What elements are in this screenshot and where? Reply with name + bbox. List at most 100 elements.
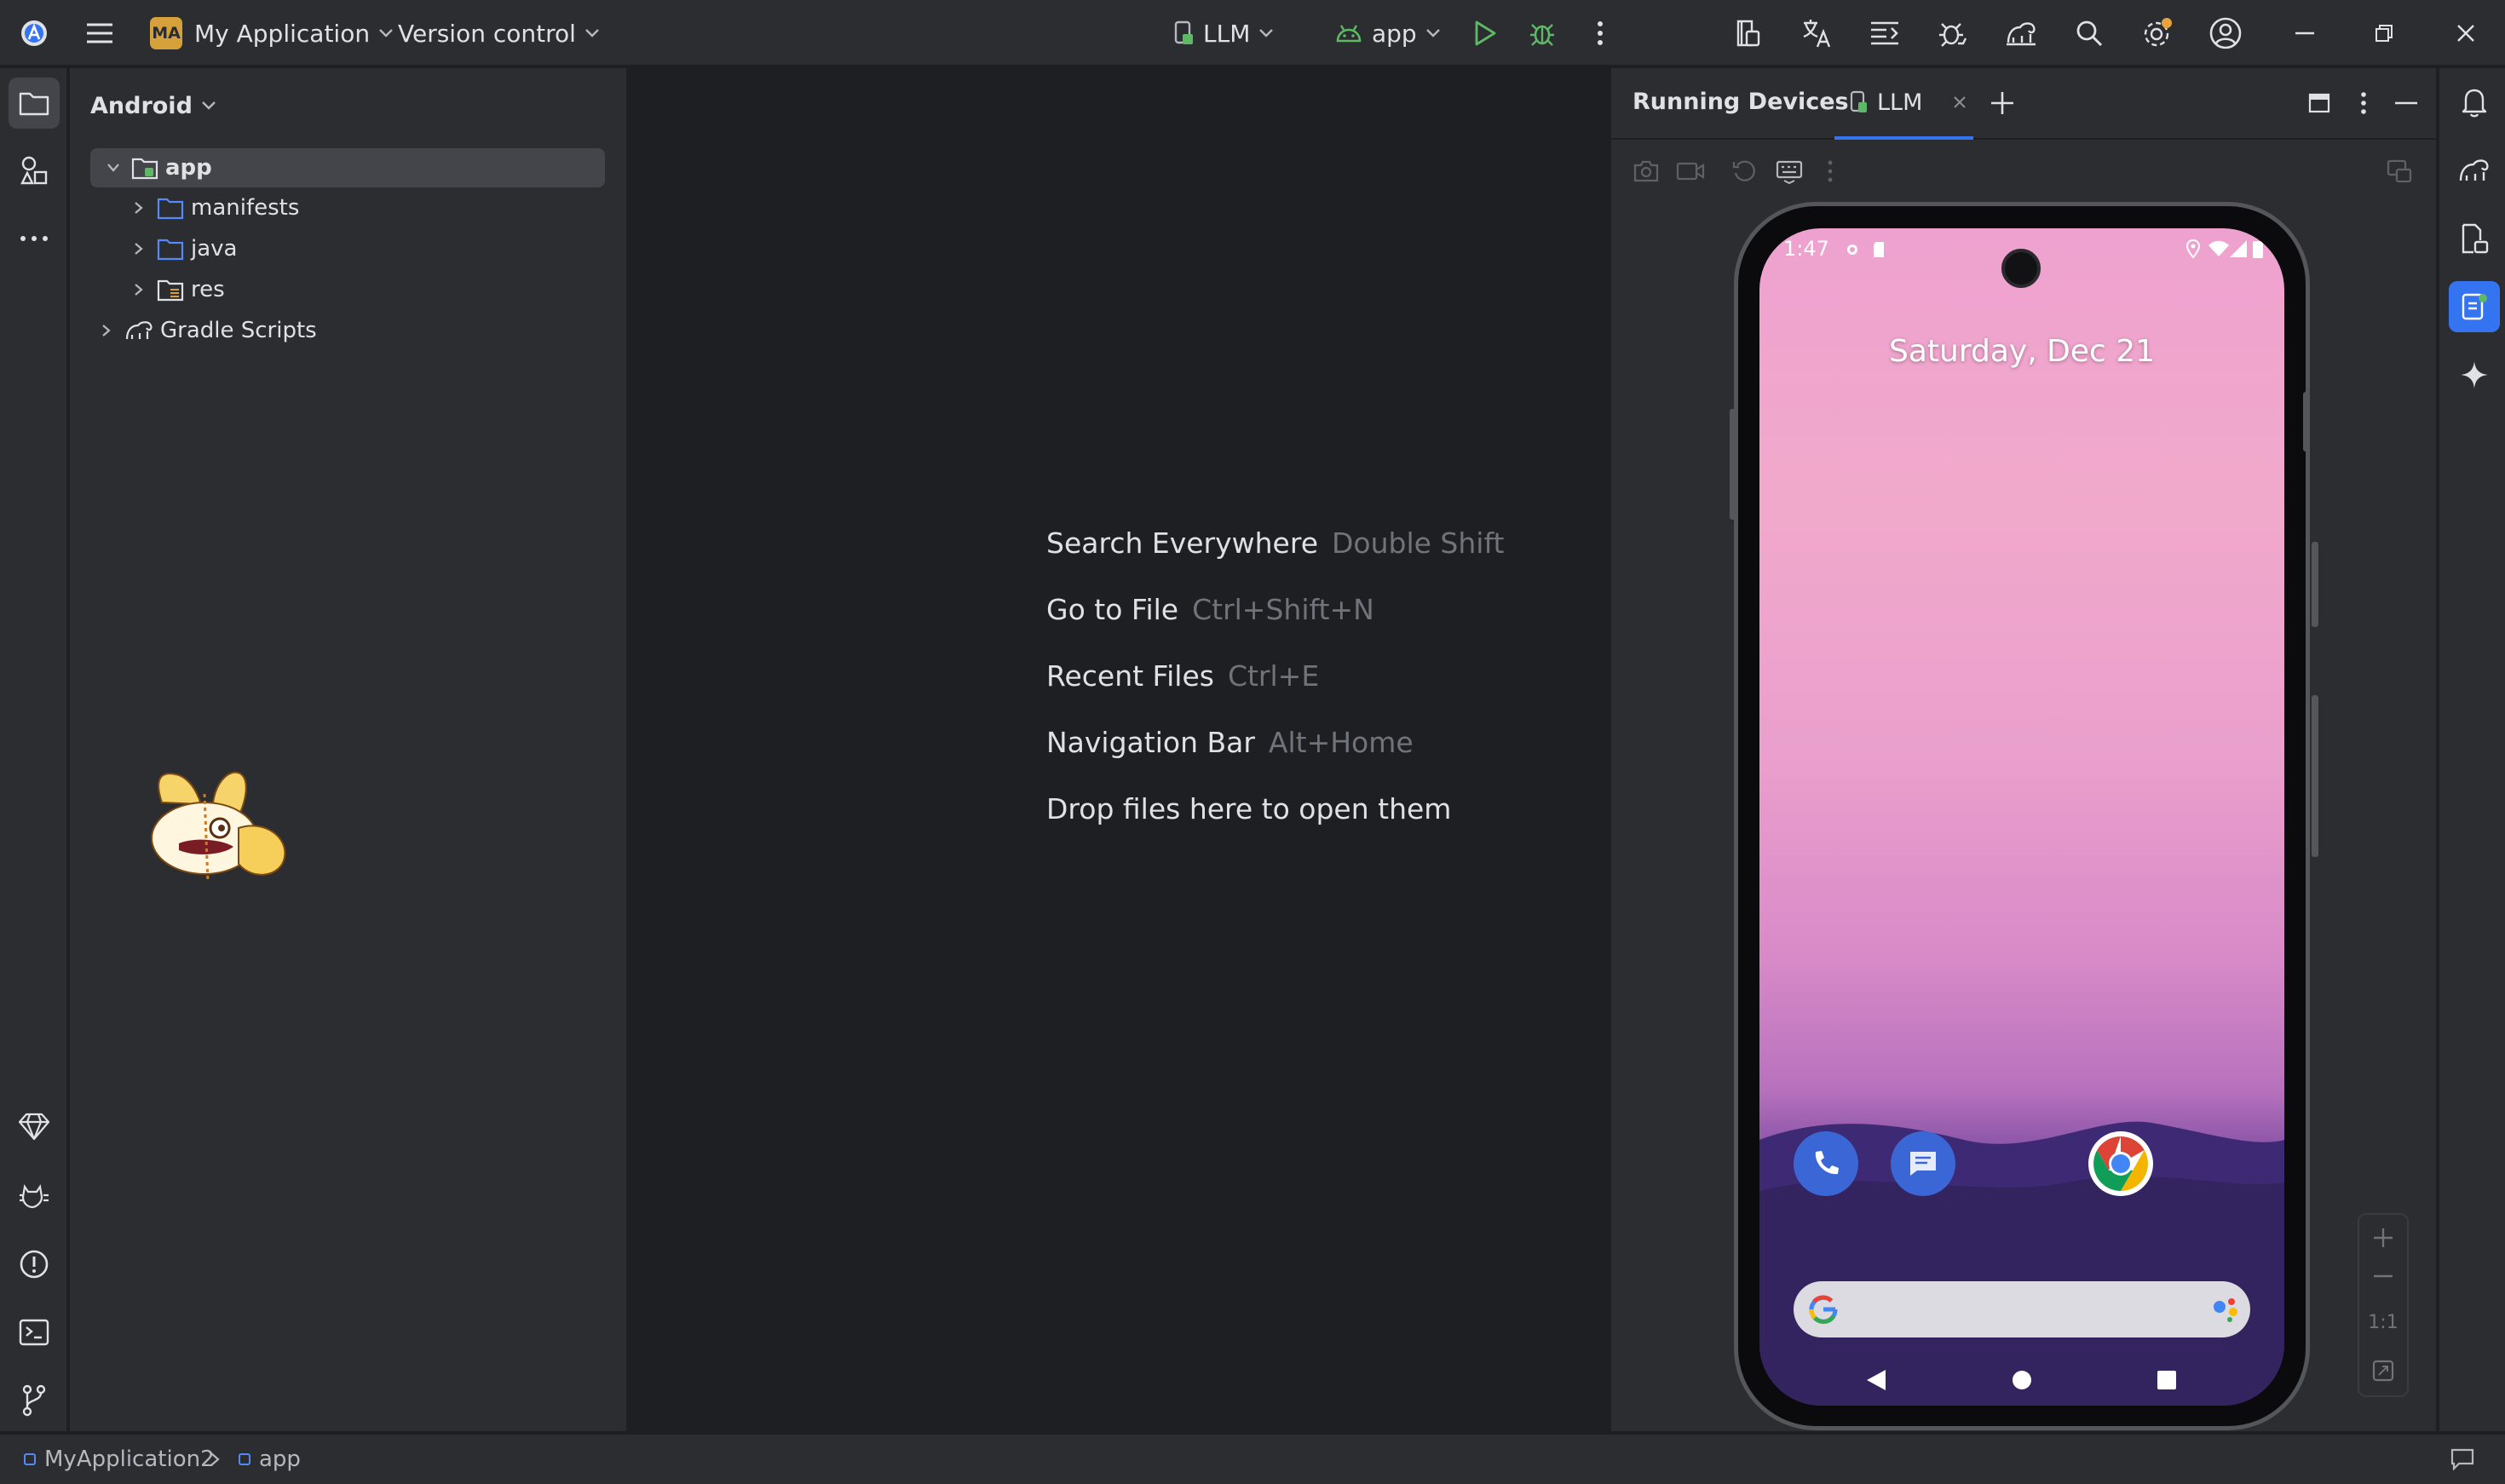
project-badge: MA — [150, 17, 182, 49]
options-menu-icon[interactable] — [2347, 87, 2380, 119]
search-icon[interactable] — [2072, 16, 2106, 50]
folder-icon — [157, 198, 184, 220]
screen-record-icon[interactable] — [1674, 155, 1707, 187]
assistant-icon[interactable] — [2211, 1295, 2242, 1326]
version-control-menu[interactable]: Version control — [398, 0, 600, 66]
project-tool-window: Android app manifests java res Gradle Sc… — [70, 68, 628, 1431]
google-logo-icon — [1809, 1295, 1838, 1324]
main-menu-icon[interactable] — [83, 16, 117, 50]
chevron-right-icon[interactable] — [134, 283, 144, 296]
translations-icon[interactable] — [1800, 16, 1834, 50]
more-actions-icon[interactable] — [1583, 16, 1617, 50]
breadcrumb-module[interactable]: app — [239, 1447, 301, 1472]
tree-node-gradle-scripts[interactable]: Gradle Scripts — [94, 311, 317, 350]
folder-icon — [157, 239, 184, 261]
zoom-actual-size-button[interactable]: 1:1 — [2359, 1312, 2407, 1333]
tree-node-manifests[interactable]: manifests — [126, 188, 299, 227]
phone-app-icon[interactable] — [1794, 1131, 1858, 1196]
run-icon[interactable] — [1467, 16, 1501, 50]
device-tab-llm[interactable]: LLM — [1834, 68, 1973, 140]
chevron-down-icon[interactable] — [107, 163, 120, 173]
running-devices-button[interactable] — [2449, 281, 2500, 332]
resource-manager-button[interactable] — [9, 145, 60, 196]
close-window-icon[interactable] — [2449, 16, 2483, 50]
mirror-settings-icon[interactable] — [2383, 155, 2416, 187]
battery-icon — [2253, 241, 2263, 258]
hint-search-everywhere: Search Everywhere Double Shift — [1046, 526, 1504, 560]
messages-app-icon[interactable] — [1891, 1131, 1955, 1196]
hide-panel-icon[interactable] — [2390, 87, 2422, 119]
close-tab-icon[interactable] — [1953, 95, 1967, 109]
app-inspection-icon[interactable] — [1936, 16, 1970, 50]
chevron-right-icon[interactable] — [101, 324, 112, 337]
build-variants-button[interactable] — [9, 1101, 60, 1152]
google-search-bar[interactable] — [1794, 1281, 2250, 1337]
device-selector[interactable]: LLM — [1172, 0, 1274, 66]
bell-icon — [2462, 89, 2487, 118]
settings-icon[interactable] — [2140, 16, 2174, 50]
project-selector[interactable]: MA My Application — [150, 0, 394, 66]
device-screen[interactable]: 1:47 Saturday, Dec 21 — [1759, 228, 2284, 1406]
chevron-down-icon — [585, 29, 599, 37]
home-date-widget[interactable]: Saturday, Dec 21 — [1759, 334, 2284, 369]
layout-options-icon[interactable] — [2303, 87, 2335, 119]
more-device-actions-icon[interactable] — [1814, 155, 1846, 187]
device-icon — [1850, 90, 1867, 112]
device-manager-icon[interactable] — [1731, 16, 1765, 50]
project-name: My Application — [194, 19, 371, 48]
device-tab-label: LLM — [1877, 89, 1923, 116]
running-devices-title: Running Devices — [1633, 89, 1849, 115]
tree-node-app[interactable]: app — [90, 148, 605, 187]
chat-bubble-icon[interactable] — [2450, 1448, 2474, 1470]
chevron-right-icon — [210, 1452, 220, 1466]
terminal-button[interactable] — [9, 1307, 60, 1358]
android-icon — [1336, 25, 1362, 43]
zoom-out-icon[interactable] — [2372, 1274, 2394, 1278]
editor-empty-area[interactable]: Search Everywhere Double Shift Go to File… — [630, 68, 1610, 1431]
zoom-in-icon[interactable] — [2372, 1227, 2394, 1249]
hint-shortcut: Ctrl+E — [1227, 659, 1320, 693]
chevron-right-icon[interactable] — [134, 201, 144, 215]
zoom-fit-icon[interactable] — [2372, 1360, 2394, 1382]
gradle-sync-icon[interactable] — [2004, 16, 2038, 50]
rotate-icon[interactable] — [1729, 155, 1761, 187]
account-icon[interactable] — [2208, 16, 2243, 50]
device-file-explorer-button[interactable] — [2449, 213, 2500, 264]
screenshot-icon[interactable] — [1630, 155, 1662, 187]
gradle-icon — [125, 321, 153, 340]
home-nav-icon[interactable] — [2012, 1370, 2032, 1390]
add-device-tab-icon[interactable] — [1986, 87, 2018, 119]
structure-icon[interactable] — [1868, 16, 1902, 50]
ellipsis-icon — [20, 236, 48, 241]
gradle-icon — [2459, 159, 2489, 181]
back-nav-icon[interactable] — [1865, 1368, 1887, 1392]
project-tool-button[interactable] — [9, 78, 60, 129]
chrome-app-icon[interactable] — [2088, 1131, 2153, 1196]
breadcrumb-label: app — [259, 1447, 301, 1472]
problems-button[interactable] — [9, 1239, 60, 1290]
minimize-window-icon[interactable] — [2288, 16, 2322, 50]
gradle-button[interactable] — [2449, 145, 2500, 196]
run-configuration-selector[interactable]: app — [1334, 0, 1441, 66]
tree-node-res[interactable]: res — [126, 270, 225, 309]
breadcrumb-project[interactable]: MyApplication2 — [24, 1447, 215, 1472]
chevron-down-icon — [202, 101, 216, 110]
keyboard-toggle-icon[interactable] — [1773, 155, 1805, 187]
android-studio-logo-icon[interactable] — [17, 16, 51, 50]
settings-notification-icon — [1847, 244, 1857, 255]
hint-shortcut: Ctrl+Shift+N — [1192, 593, 1374, 626]
more-tool-windows-button[interactable] — [9, 213, 60, 264]
shapes-icon — [20, 156, 48, 185]
logcat-button[interactable] — [9, 1171, 60, 1222]
version-control-button[interactable] — [9, 1375, 60, 1426]
recents-nav-icon[interactable] — [2157, 1370, 2177, 1390]
gemini-button[interactable] — [2449, 349, 2500, 400]
chevron-right-icon[interactable] — [134, 242, 144, 256]
debug-icon[interactable] — [1525, 16, 1559, 50]
restore-window-icon[interactable] — [2367, 16, 2401, 50]
notifications-button[interactable] — [2449, 77, 2500, 128]
tree-node-java[interactable]: java — [126, 229, 237, 268]
project-view-selector[interactable]: Android — [90, 89, 216, 123]
breadcrumb-label: MyApplication2 — [44, 1447, 215, 1472]
terminal-icon — [19, 1319, 49, 1346]
